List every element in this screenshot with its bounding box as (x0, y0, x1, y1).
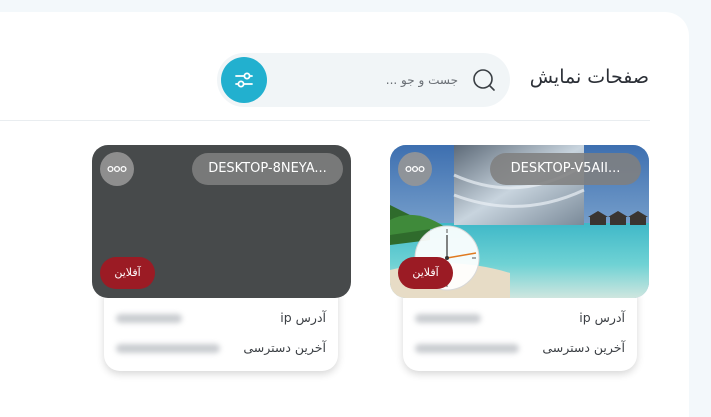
status-badge: آفلاین (100, 257, 155, 289)
more-options-button[interactable] (398, 152, 432, 186)
sliders-icon (235, 72, 253, 88)
last-access-value-blurred (415, 344, 519, 353)
more-icon (107, 165, 127, 173)
device-name-badge: DESKTOP-8NEYA... (192, 153, 343, 185)
device-thumbnail[interactable]: DESKTOP-8NEYA... آفلاین (92, 145, 351, 298)
device-card-info: آدرس ip آخرین دسترسی (403, 291, 637, 371)
device-thumbnail[interactable]: DESKTOP-V5AII... آفلاین (390, 145, 649, 298)
device-name-badge: DESKTOP-V5AII... (490, 153, 641, 185)
ip-value-blurred (415, 314, 481, 323)
search-bar (217, 53, 510, 107)
ip-value-blurred (116, 314, 182, 323)
search-input[interactable] (288, 69, 458, 91)
more-icon (405, 165, 425, 173)
ip-label: آدرس ip (280, 310, 326, 325)
search-icon[interactable] (471, 67, 497, 93)
last-access-label: آخرین دسترسی (542, 340, 625, 355)
page-title: صفحات نمایش (529, 66, 649, 88)
ip-label: آدرس ip (579, 310, 625, 325)
more-options-button[interactable] (100, 152, 134, 186)
device-card-info: آدرس ip آخرین دسترسی (104, 291, 338, 371)
last-access-value-blurred (116, 344, 220, 353)
status-badge: آفلاین (398, 257, 453, 289)
header-divider (0, 120, 650, 121)
filter-button[interactable] (221, 57, 267, 103)
last-access-label: آخرین دسترسی (243, 340, 326, 355)
